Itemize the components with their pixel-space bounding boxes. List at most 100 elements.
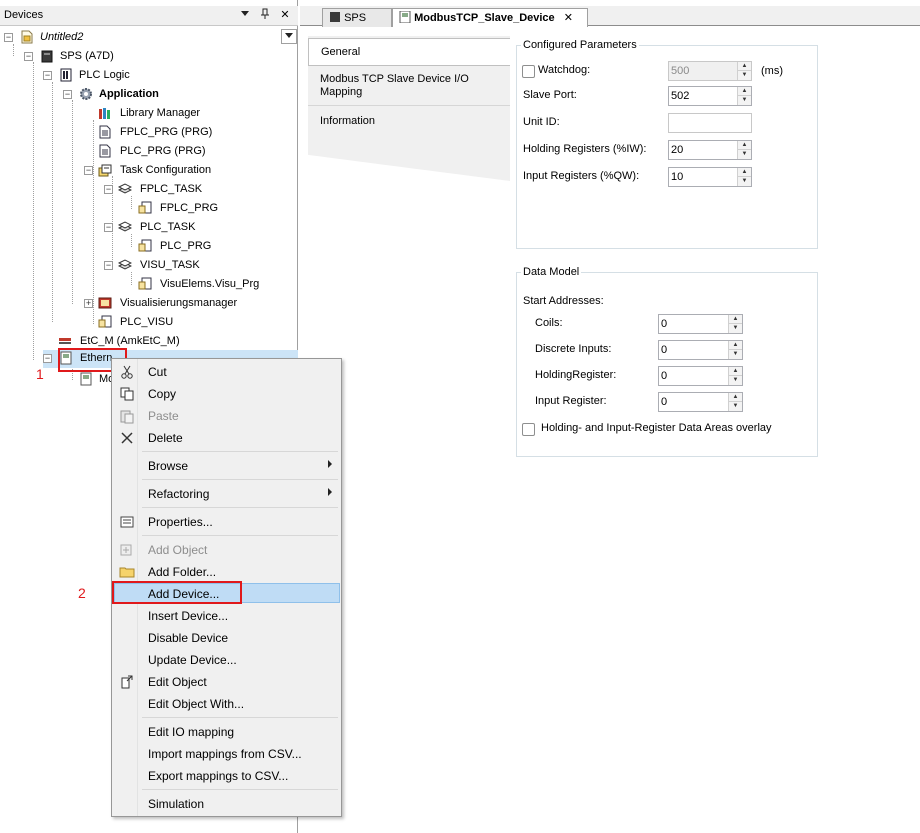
menu-item-add-object[interactable]: Add Object	[114, 539, 340, 559]
watchdog-label: Watchdog:	[538, 64, 591, 76]
coils-stepper[interactable]: 0 ▲ ▼	[658, 314, 743, 334]
watchdog-stepper[interactable]: 500 ▲ ▼	[668, 61, 752, 81]
tree-item-visu-manager[interactable]: + Visualisierungsmanager	[84, 295, 284, 313]
expand-icon[interactable]: +	[84, 299, 93, 308]
tree-item-plc-task-call[interactable]: PLC_PRG	[138, 238, 288, 256]
menu-item-properties[interactable]: Properties...	[114, 511, 340, 531]
spin-down-icon[interactable]: ▼	[738, 177, 751, 186]
tab-general[interactable]: General	[308, 38, 510, 66]
tree-item-fplc-task[interactable]: − FPLC_TASK	[104, 181, 284, 199]
menu-item-browse[interactable]: Browse	[114, 455, 340, 475]
spin-up-icon[interactable]: ▲	[729, 315, 742, 324]
spin-up-icon[interactable]: ▲	[729, 341, 742, 350]
tab-modbustcp-slave-device[interactable]: ModbusTCP_Slave_Device ✕	[392, 8, 588, 27]
plc-device-icon	[330, 12, 340, 22]
slave-port-stepper[interactable]: 502 ▲ ▼	[668, 86, 752, 106]
menu-item-disable-device[interactable]: Disable Device	[114, 627, 340, 647]
menu-item-refactoring[interactable]: Refactoring	[114, 483, 340, 503]
collapse-icon[interactable]: −	[63, 90, 72, 99]
menu-item-export-csv[interactable]: Export mappings to CSV...	[114, 765, 340, 785]
pin-icon[interactable]	[258, 8, 272, 23]
callout-number-2: 2	[78, 585, 86, 601]
register-overlay-checkbox[interactable]	[522, 423, 535, 436]
menu-separator	[142, 451, 338, 452]
tree-item-application[interactable]: − Application	[63, 86, 273, 104]
modbus-device-icon	[399, 10, 411, 24]
submenu-arrow-icon	[328, 488, 332, 496]
watchdog-checkbox[interactable]	[522, 65, 535, 78]
holding-registers-stepper[interactable]: 20 ▲ ▼	[668, 140, 752, 160]
spin-down-icon[interactable]: ▼	[729, 402, 742, 411]
tree-dropdown-button[interactable]	[281, 29, 297, 44]
discrete-inputs-stepper[interactable]: 0 ▲ ▼	[658, 340, 743, 360]
visualization-manager-icon	[98, 297, 112, 309]
devices-pane-title: Devices	[4, 9, 44, 21]
input-register-stepper[interactable]: 0 ▲ ▼	[658, 392, 743, 412]
tab-sps[interactable]: SPS	[322, 8, 392, 27]
spin-down-icon[interactable]: ▼	[729, 350, 742, 359]
collapse-icon[interactable]: −	[104, 185, 113, 194]
collapse-icon[interactable]: −	[43, 71, 52, 80]
menu-item-edit-object-with[interactable]: Edit Object With...	[114, 693, 340, 713]
unit-id-label: Unit ID:	[523, 116, 560, 128]
spin-down-icon[interactable]: ▼	[738, 96, 751, 105]
menu-item-cut[interactable]: Cut	[114, 361, 340, 381]
collapse-icon[interactable]: −	[4, 33, 13, 42]
bus-device-icon	[59, 338, 71, 344]
tree-item-plc[interactable]: − SPS (A7D)	[24, 48, 274, 66]
discrete-inputs-label: Discrete Inputs:	[535, 343, 612, 355]
unit-id-field[interactable]	[668, 113, 752, 133]
spin-down-icon[interactable]: ▼	[738, 71, 751, 80]
menu-item-delete[interactable]: Delete	[114, 427, 340, 447]
collapse-icon[interactable]: −	[24, 52, 33, 61]
spin-down-icon[interactable]: ▼	[729, 376, 742, 385]
menu-item-simulation[interactable]: Simulation	[114, 793, 340, 813]
tree-item-task-configuration[interactable]: − Task Configuration	[84, 162, 284, 180]
spin-down-icon[interactable]: ▼	[738, 150, 751, 159]
collapse-icon[interactable]: −	[104, 261, 113, 270]
close-pane-icon[interactable]: ✕	[278, 8, 292, 21]
tree-item-plc-prg[interactable]: PLC_PRG (PRG)	[98, 143, 288, 161]
modbus-device-icon	[80, 372, 92, 386]
collapse-icon[interactable]: −	[84, 166, 93, 175]
tree-item-plc-logic[interactable]: − PLC Logic	[43, 67, 273, 85]
close-tab-icon[interactable]: ✕	[564, 12, 573, 24]
tree-item-visu-task-call[interactable]: VisuElems.Visu_Prg	[138, 276, 288, 294]
spin-up-icon[interactable]: ▲	[729, 393, 742, 402]
holding-register-stepper[interactable]: 0 ▲ ▼	[658, 366, 743, 386]
tree-item-fplc-task-call[interactable]: FPLC_PRG	[138, 200, 288, 218]
menu-separator	[142, 717, 338, 718]
tab-io-mapping[interactable]: Modbus TCP Slave Device I/O Mapping	[308, 68, 510, 106]
tab-information[interactable]: Information	[308, 108, 510, 136]
input-registers-stepper[interactable]: 10 ▲ ▼	[668, 167, 752, 187]
tree-item-visu-task[interactable]: − VISU_TASK	[104, 257, 284, 275]
pane-menu-icon[interactable]	[238, 8, 252, 21]
spin-up-icon[interactable]: ▲	[738, 141, 751, 150]
data-model-legend: Data Model	[523, 266, 580, 278]
spin-up-icon[interactable]: ▲	[738, 87, 751, 96]
menu-item-copy[interactable]: Copy	[114, 383, 340, 403]
menu-item-add-folder[interactable]: Add Folder...	[114, 561, 340, 581]
tree-item-plc-task[interactable]: − PLC_TASK	[104, 219, 284, 237]
spin-up-icon[interactable]: ▲	[738, 62, 751, 71]
tree-item-project[interactable]: − Untitled2	[4, 29, 274, 47]
menu-item-edit-object[interactable]: Edit Object	[114, 671, 340, 691]
tree-item-library-manager[interactable]: Library Manager	[98, 105, 288, 123]
menu-item-update-device[interactable]: Update Device...	[114, 649, 340, 669]
menu-item-edit-io-mapping[interactable]: Edit IO mapping	[114, 721, 340, 741]
folder-icon	[119, 567, 135, 578]
spin-up-icon[interactable]: ▲	[729, 367, 742, 376]
collapse-icon[interactable]: −	[104, 223, 113, 232]
spin-up-icon[interactable]: ▲	[738, 168, 751, 177]
menu-separator	[142, 479, 338, 480]
collapse-icon[interactable]: −	[43, 354, 52, 363]
menu-item-import-csv[interactable]: Import mappings from CSV...	[114, 743, 340, 763]
menu-item-paste[interactable]: Paste	[114, 405, 340, 425]
chevron-down-icon	[285, 33, 293, 38]
spin-down-icon[interactable]: ▼	[729, 324, 742, 333]
tree-item-fplc-prg[interactable]: FPLC_PRG (PRG)	[98, 124, 288, 142]
devices-pane-header: Devices ✕	[0, 6, 298, 26]
menu-item-insert-device[interactable]: Insert Device...	[114, 605, 340, 625]
copy-icon	[120, 387, 134, 401]
tree-item-plc-visu[interactable]: PLC_VISU	[98, 314, 288, 332]
